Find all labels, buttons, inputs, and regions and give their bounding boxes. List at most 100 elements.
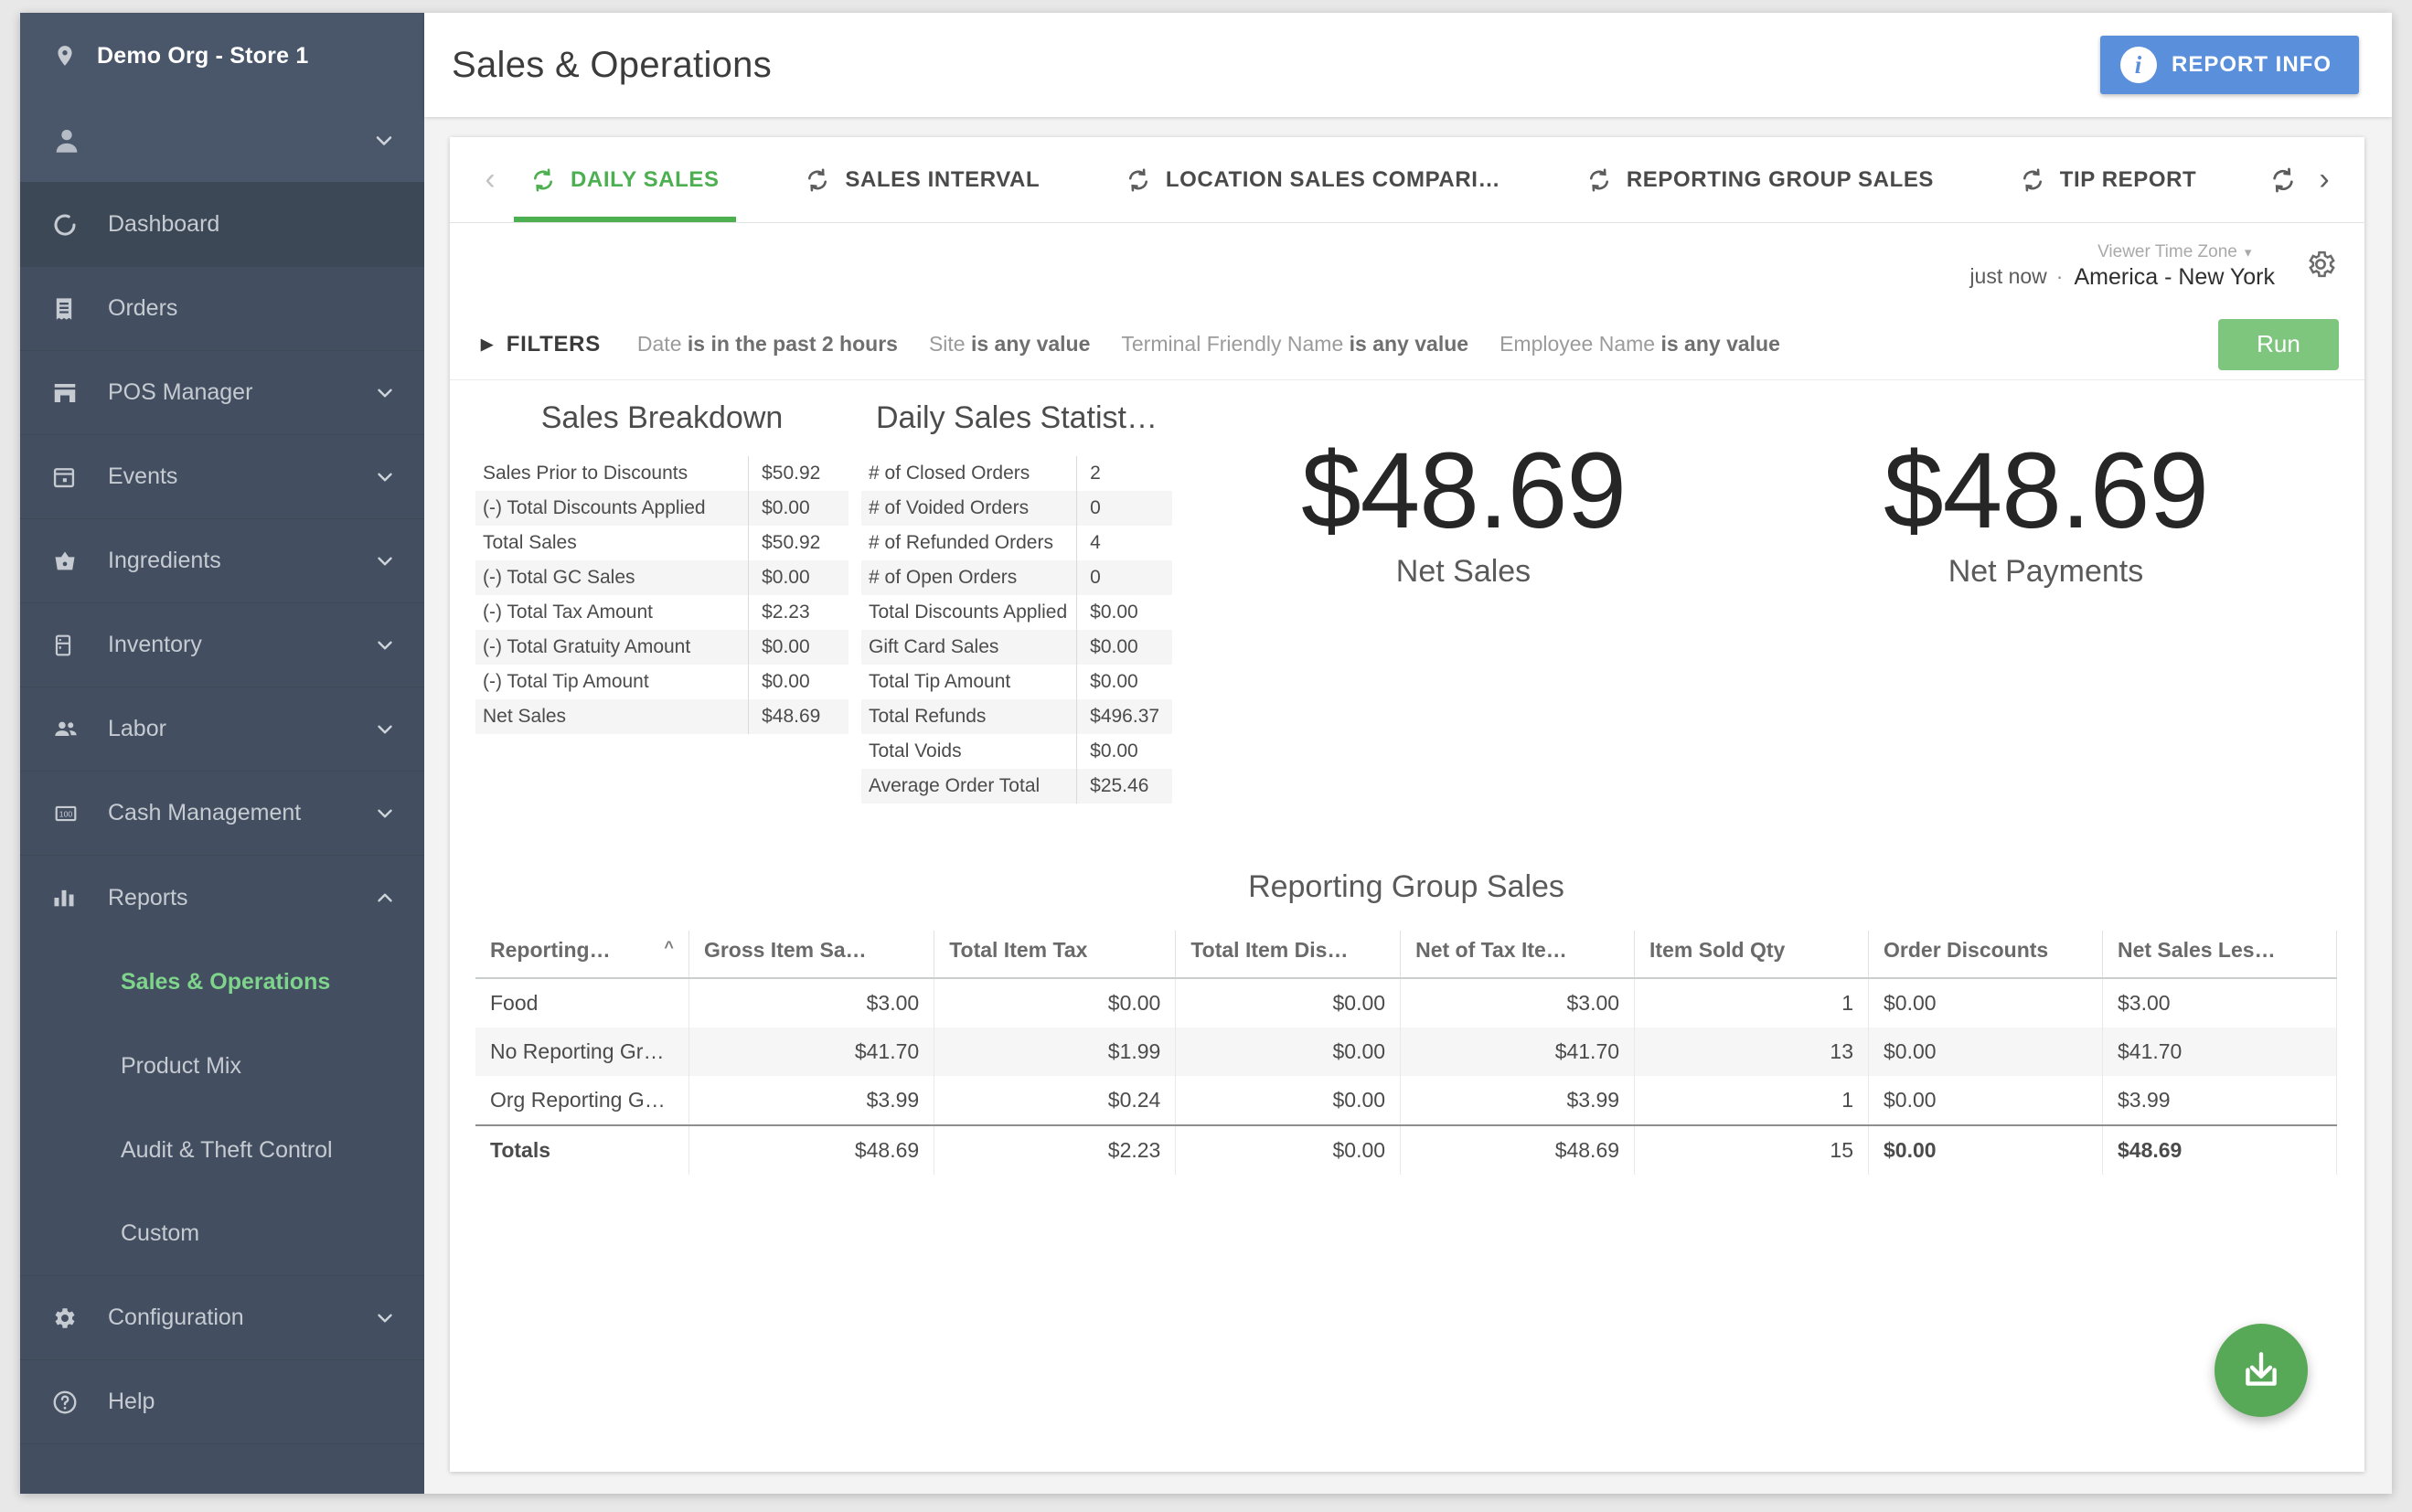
sidebar-item-label: POS Manager (108, 379, 253, 405)
filters-row: ▶ FILTERS Date is in the past 2 hours Si… (450, 309, 2364, 380)
sidebar-item-label: Reports (108, 884, 188, 910)
sidebar-subitem-product-mix[interactable]: Product Mix (20, 1024, 424, 1108)
report-info-button[interactable]: i REPORT INFO (2099, 36, 2359, 94)
info-icon: i (2119, 47, 2157, 83)
sidebar-item-label: Configuration (108, 1304, 244, 1330)
sidebar-subitem-sales-operations[interactable]: Sales & Operations (20, 940, 424, 1024)
kpi-label: Net Payments (1948, 553, 2144, 589)
sidebar-item-help[interactable]: Help (20, 1360, 424, 1444)
org-name: Demo Org - Store 1 (97, 42, 309, 69)
cell-net-sales-less: $3.00 (2102, 978, 2338, 1028)
filters-label: FILTERS (506, 331, 601, 357)
report-body: Sales Breakdown Sales Prior to Discounts… (450, 380, 2364, 1472)
cell-total-item-discounts: $0.00 (1175, 978, 1402, 1028)
help-circle-icon (51, 1389, 93, 1416)
tab-sales-interval[interactable]: SALES INTERVAL (784, 137, 1060, 222)
refresh-all-icon[interactable] (2262, 137, 2304, 222)
column-label: Reporting… (490, 938, 611, 962)
tab-label: SALES INTERVAL (845, 166, 1041, 192)
sidebar-item-configuration[interactable]: Configuration (20, 1276, 424, 1360)
tab-reporting-group-sales[interactable]: REPORTING GROUP SALES (1566, 137, 1954, 222)
filter-field: Site (928, 332, 966, 356)
kpi-net-payments: $48.69 Net Payments (1884, 434, 2209, 590)
cell-totals-label: Totals (475, 1124, 689, 1175)
download-button[interactable] (2215, 1324, 2308, 1417)
row-label: Total Tip Amount (861, 665, 1078, 699)
row-value: $0.00 (748, 491, 848, 526)
org-selector[interactable]: Demo Org - Store 1 (20, 13, 424, 99)
cell-totals-order-discounts: $0.00 (1868, 1124, 2103, 1175)
filter-chip-site[interactable]: Site is any value (929, 332, 1090, 357)
run-button[interactable]: Run (2218, 318, 2339, 370)
sidebar-item-cash-management[interactable]: 100 Cash Management (20, 772, 424, 856)
column-header-gross-item-sales[interactable]: Gross Item Sa… (688, 931, 935, 979)
chevron-down-icon (373, 381, 397, 405)
row-label: Net Sales (475, 699, 750, 734)
table-row: Net Sales $48.69 (475, 699, 848, 734)
column-header-item-sold-qty[interactable]: Item Sold Qty (1634, 931, 1870, 979)
row-value: $0.00 (1090, 671, 1138, 692)
reporting-group-sales-title: Reporting Group Sales (1248, 869, 1564, 904)
cell-net-of-tax-item: $3.00 (1400, 978, 1636, 1028)
cell-totals-net-of-tax-item: $48.69 (1400, 1124, 1636, 1175)
row-label: Total Voids (861, 734, 1078, 769)
cell-group: Org Reporting G… (475, 1076, 689, 1125)
refresh-icon (2020, 167, 2045, 193)
chevron-up-icon (373, 886, 397, 910)
cell-total-item-discounts: $0.00 (1175, 1028, 1402, 1076)
chevron-down-icon (373, 465, 397, 489)
row-value: $0.00 (1090, 602, 1138, 623)
sidebar-item-inventory[interactable]: Inventory (20, 603, 424, 687)
sidebar-item-label: Inventory (108, 632, 202, 657)
filter-chip-terminal-friendly-name[interactable]: Terminal Friendly Name is any value (1121, 332, 1468, 357)
timezone-label: Viewer Time Zone ▾ (2097, 242, 2251, 262)
filter-field: Employee Name (1499, 332, 1656, 356)
calendar-icon (51, 464, 93, 490)
filter-chip-date[interactable]: Date is in the past 2 hours (637, 332, 898, 357)
cell-order-discounts: $0.00 (1868, 1028, 2103, 1076)
tab-tip-report[interactable]: TIP REPORT (2000, 137, 2217, 222)
row-label: (-) Total GC Sales (475, 560, 750, 595)
sidebar-item-ingredients[interactable]: Ingredients (20, 519, 424, 603)
sidebar-item-dashboard[interactable]: Dashboard (20, 183, 424, 267)
column-header-reporting-group[interactable]: Reporting… ^ (475, 931, 689, 979)
filter-chip-employee-name[interactable]: Employee Name is any value (1499, 332, 1780, 357)
sidebar-item-labor[interactable]: Labor (20, 687, 424, 772)
sidebar: Demo Org - Store 1 Dashboard Orders POS … (20, 13, 424, 1494)
column-header-total-item-tax[interactable]: Total Item Tax (934, 931, 1177, 979)
sidebar-subitem-audit-theft-control[interactable]: Audit & Theft Control (20, 1108, 424, 1192)
chevron-left-icon[interactable]: ‹ (470, 137, 510, 222)
kpi-net-sales: $48.69 Net Sales (1301, 434, 1627, 590)
page-title: Sales & Operations (452, 44, 773, 85)
tab-location-sales-comparison[interactable]: LOCATION SALES COMPARI… (1105, 137, 1521, 222)
user-menu[interactable] (20, 99, 424, 183)
people-icon (51, 717, 93, 742)
chevron-right-icon[interactable]: › (2304, 137, 2344, 222)
filter-value: is any value (970, 332, 1091, 356)
chevron-down-icon (373, 634, 397, 657)
row-value: $0.00 (762, 671, 810, 692)
sidebar-item-orders[interactable]: Orders (20, 267, 424, 351)
tab-label: LOCATION SALES COMPARI… (1165, 166, 1501, 192)
receipt-icon (51, 295, 93, 323)
sidebar-item-events[interactable]: Events (20, 435, 424, 519)
sidebar-item-label: Labor (108, 716, 166, 741)
download-icon (2238, 1347, 2284, 1393)
sidebar-item-reports[interactable]: Reports (20, 856, 424, 940)
column-header-net-sales-less[interactable]: Net Sales Les… (2102, 931, 2338, 979)
sidebar-subitem-custom[interactable]: Custom (20, 1192, 424, 1276)
report-settings-gear-icon[interactable] (2304, 248, 2337, 284)
column-header-order-discounts[interactable]: Order Discounts (1868, 931, 2103, 979)
sidebar-item-label: Cash Management (108, 800, 302, 825)
table-row: Total Tip Amount $0.00 (861, 665, 1172, 699)
row-label: Total Refunds (861, 699, 1078, 734)
tab-daily-sales[interactable]: DAILY SALES (510, 137, 740, 222)
filters-toggle[interactable]: ▶ FILTERS (481, 332, 601, 357)
cell-gross-item-sales: $3.00 (688, 978, 935, 1028)
timezone-selector[interactable]: Viewer Time Zone ▾ America - New York (2074, 242, 2275, 291)
column-header-total-item-discounts[interactable]: Total Item Dis… (1175, 931, 1402, 979)
sidebar-item-pos-manager[interactable]: POS Manager (20, 351, 424, 435)
store-icon (51, 379, 93, 407)
column-header-net-of-tax-item[interactable]: Net of Tax Ite… (1400, 931, 1636, 979)
cell-item-sold-qty: 1 (1634, 1076, 1870, 1125)
